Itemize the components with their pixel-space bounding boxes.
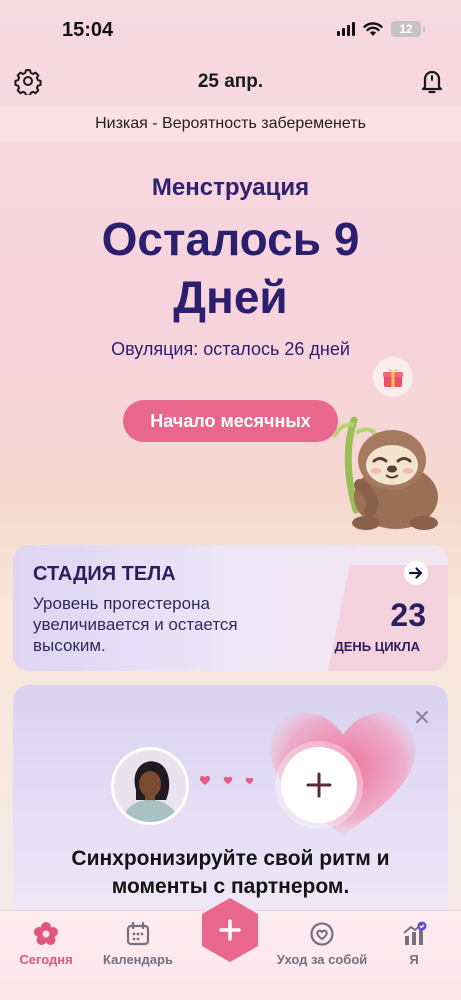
cycle-day-panel [328,565,448,671]
top-bar: 25 апр. [0,62,461,102]
notification-bell-icon[interactable] [419,67,445,95]
tab-calendar[interactable]: Календарь [83,921,193,967]
cycle-day-number: 23 [390,597,426,633]
wifi-icon [363,21,383,36]
phase-label: Менструация [151,174,310,201]
gift-button[interactable] [373,357,413,397]
tab-self-care-label: Уход за собой [276,952,368,967]
period-countdown: Осталось 9 Дней [101,213,360,323]
close-icon[interactable] [414,709,430,725]
current-date[interactable]: 25 апр. [0,71,461,93]
arrow-right-icon[interactable] [404,561,428,585]
body-stage-description: Уровень прогестерона увеличивается и ост… [33,594,238,655]
status-icons: 12 [337,21,425,37]
battery-icon: 12 [391,21,425,37]
status-time: 15:04 [62,19,114,41]
sloth-mascot-illustration [332,416,438,530]
add-partner-button[interactable] [281,747,357,823]
tab-calendar-label: Календарь [103,952,173,967]
user-avatar [111,747,189,825]
heart-icon [245,777,254,784]
tab-me[interactable]: Я [359,921,461,967]
heart-icon [223,776,233,785]
flower-icon [34,922,58,945]
woman-avatar-icon [122,761,178,822]
gift-icon [383,368,403,387]
tab-today-label: Сегодня [19,952,73,967]
pregnancy-chance-banner[interactable]: Низкая - Вероятность забеременеть [0,106,461,142]
heart-icon [199,775,211,785]
tab-me-label: Я [409,952,419,967]
heart-circle-icon [310,922,334,946]
cellular-signal-icon [337,22,355,36]
chart-icon [403,921,427,945]
status-bar: 15:04 12 [0,0,461,60]
plus-icon [306,772,332,798]
cycle-day-label: ДЕНЬ ЦИКЛА [334,639,420,654]
body-stage-title: СТАДИЯ ТЕЛА [33,563,176,585]
start-period-button[interactable]: Начало месячных [123,400,338,442]
hearts-connector [199,775,254,786]
partner-sync-card[interactable]: Синхронизируйте свой ритм и моменты с па… [13,685,448,920]
calendar-icon [126,921,150,946]
partner-sync-text: Синхронизируйте свой ритм и моменты с па… [71,847,390,898]
plus-icon [219,919,241,941]
body-stage-card[interactable]: СТАДИЯ ТЕЛА Уровень прогестерона увеличи… [13,545,448,671]
